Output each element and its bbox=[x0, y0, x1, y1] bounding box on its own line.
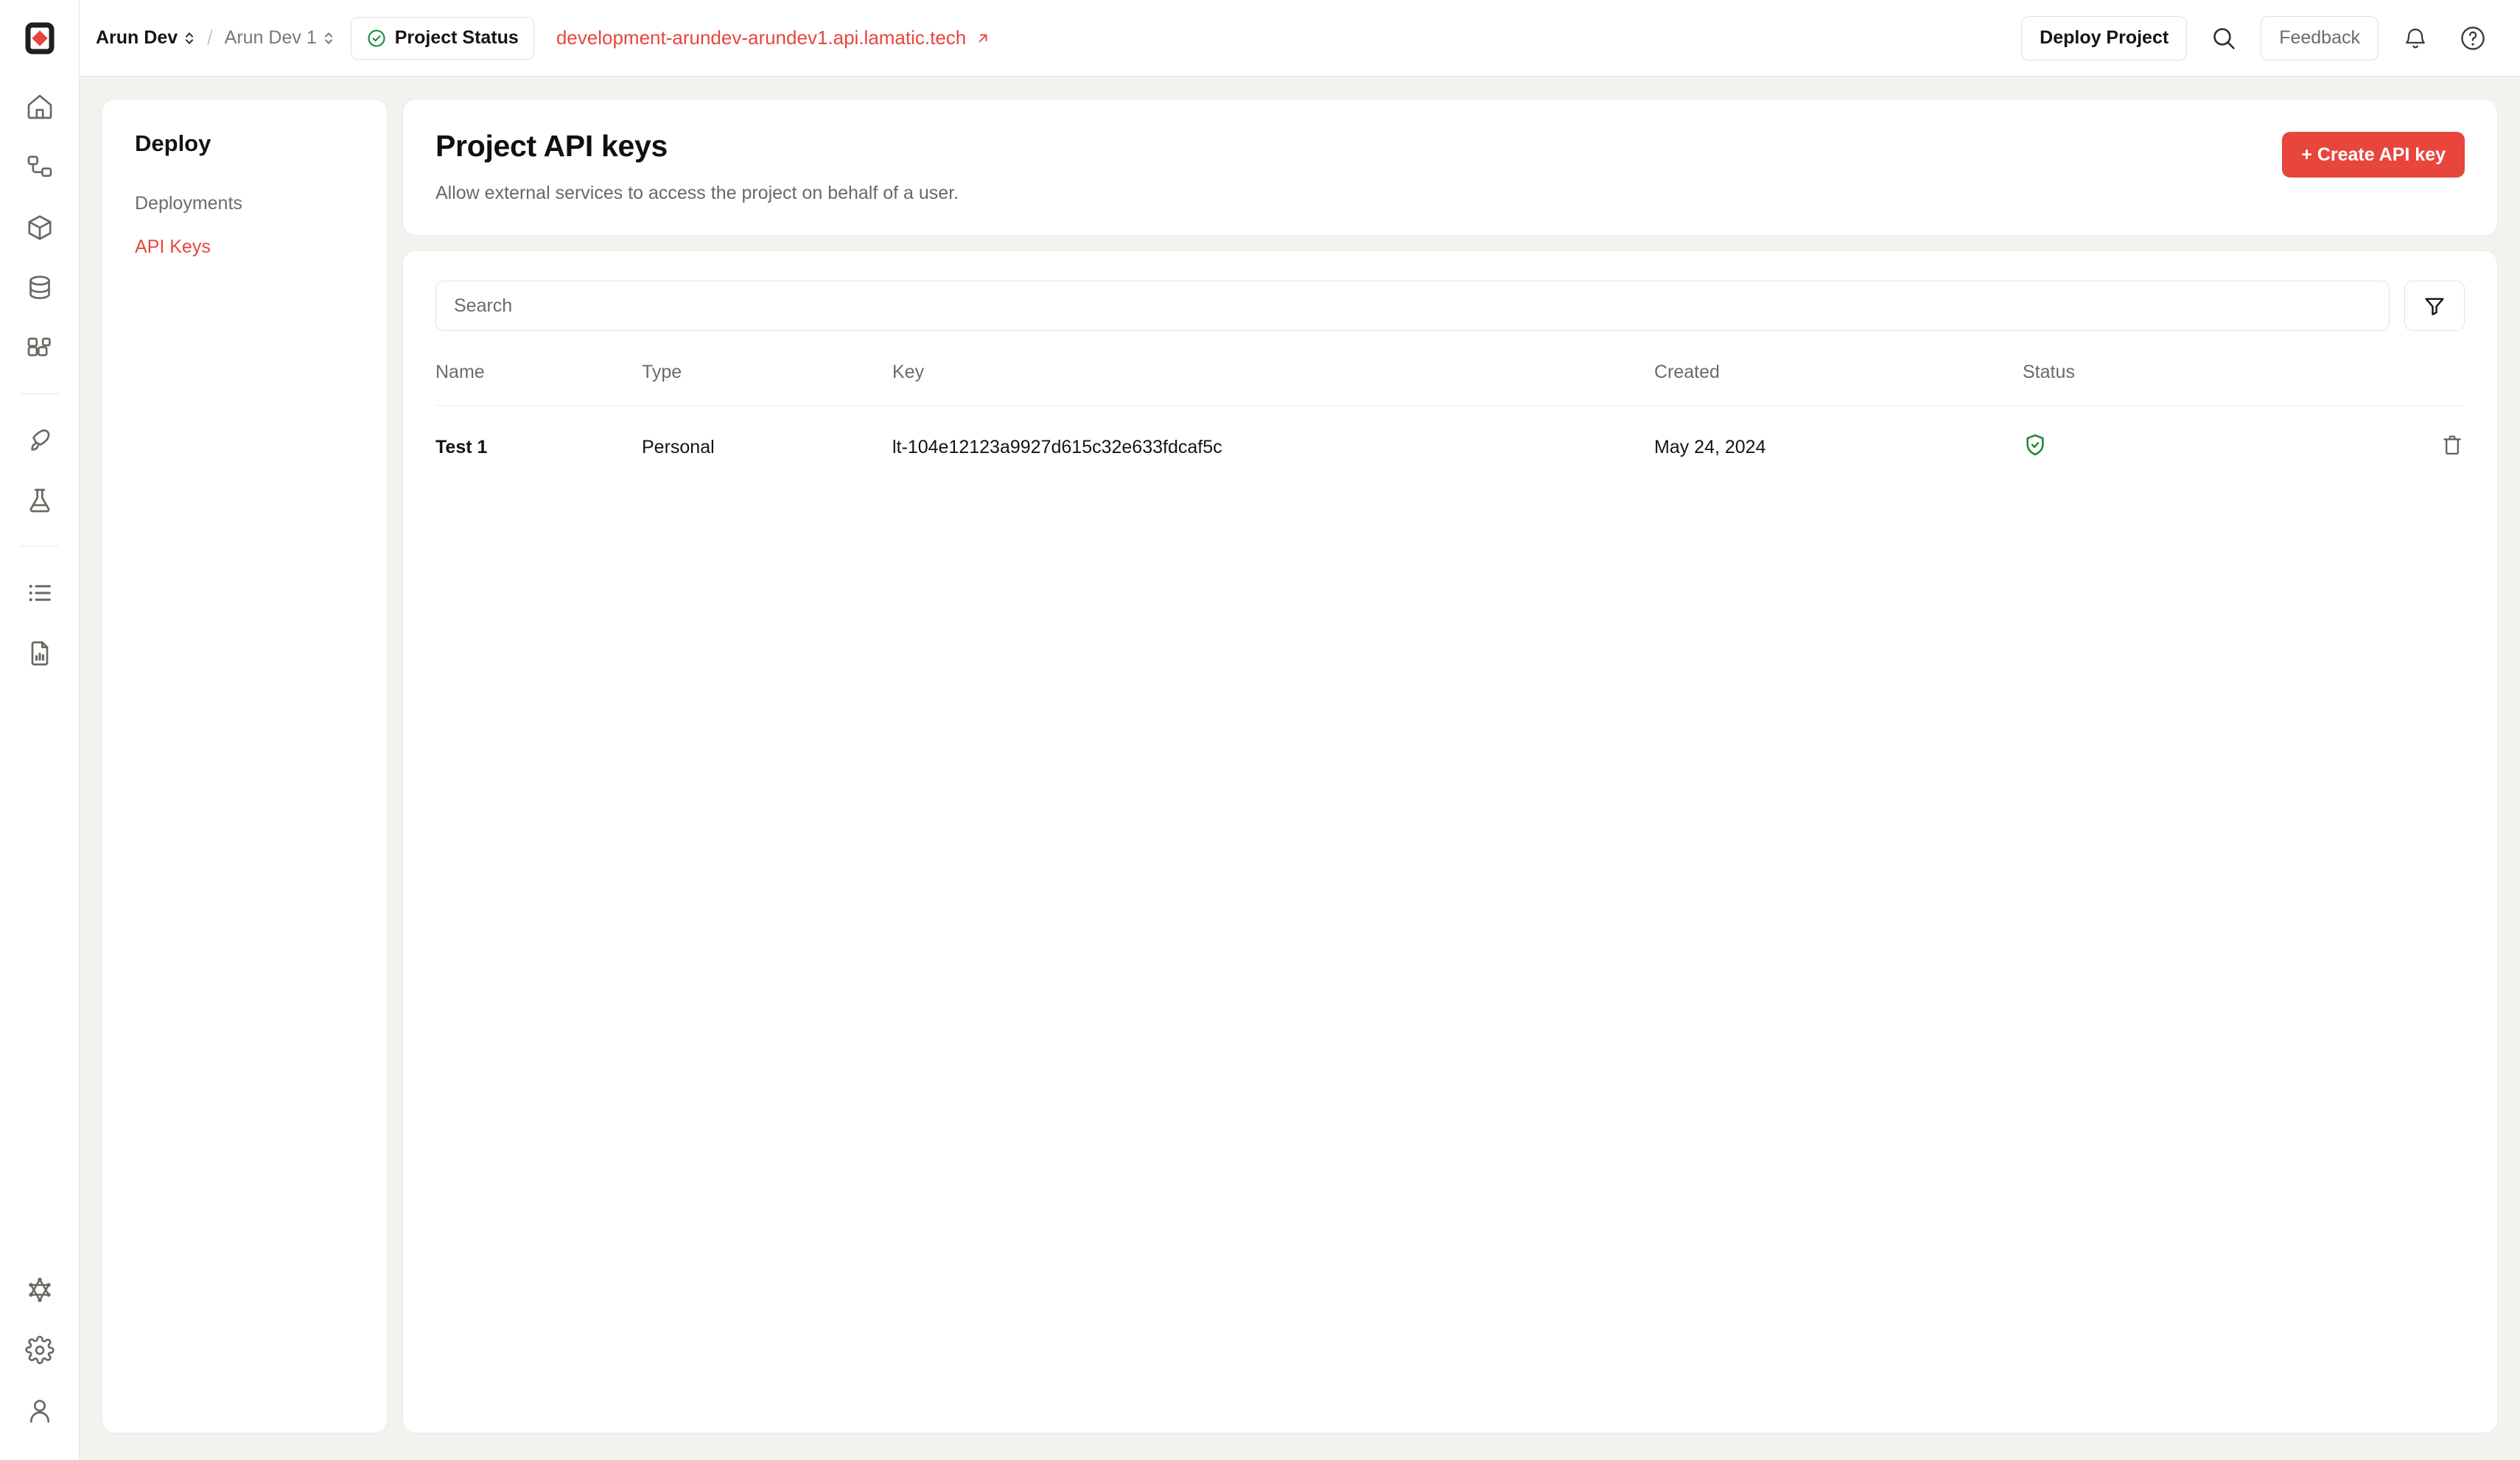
feedback-button[interactable]: Feedback bbox=[2261, 15, 2379, 60]
section-nav-title: Deploy bbox=[135, 130, 211, 156]
workflow-icon bbox=[27, 155, 52, 177]
sidebar-item-api-keys[interactable]: API Keys bbox=[102, 225, 387, 269]
project-status-button[interactable]: Project Status bbox=[350, 16, 534, 60]
notifications-button[interactable] bbox=[2395, 18, 2436, 59]
breadcrumb-org[interactable]: Arun Dev bbox=[96, 27, 195, 49]
api-keys-table-card: Name Type Key Created Status Test 1 bbox=[402, 250, 2498, 1433]
rail-bottom-group bbox=[0, 1260, 79, 1460]
api-keys-table: Name Type Key Created Status Test 1 Pers… bbox=[435, 362, 2465, 488]
project-domain-label: development-arundev-arundev1.api.lamatic… bbox=[556, 27, 967, 49]
column-header-type: Type bbox=[642, 362, 892, 406]
cell-type: Personal bbox=[642, 437, 715, 457]
sidebar-item-graphql[interactable] bbox=[0, 1260, 80, 1320]
funnel-icon bbox=[2425, 298, 2444, 315]
sidebar-item-logs[interactable] bbox=[0, 563, 80, 623]
chevron-up-down-icon bbox=[324, 32, 332, 44]
delete-api-key-button[interactable] bbox=[2440, 432, 2465, 457]
topbar-actions: Deploy Project Feedback bbox=[2021, 15, 2493, 60]
right-column: Arun Dev / Arun Dev 1 Project Status dev… bbox=[80, 0, 2520, 1460]
project-name: Arun Dev 1 bbox=[224, 27, 317, 48]
cell-name: Test 1 bbox=[435, 437, 488, 457]
cell-status bbox=[2023, 406, 2303, 488]
breadcrumb-separator: / bbox=[207, 27, 213, 49]
sidebar-item-settings[interactable] bbox=[0, 1320, 80, 1380]
flask-icon bbox=[29, 488, 49, 513]
deploy-project-button[interactable]: Deploy Project bbox=[2021, 15, 2188, 60]
app-root: Arun Dev / Arun Dev 1 Project Status dev… bbox=[0, 0, 2520, 1460]
table-body: Test 1 Personal lt-104e12123a9927d615c32… bbox=[435, 406, 2465, 488]
sidebar-item-apps[interactable] bbox=[0, 318, 80, 379]
section-nav: Deploy Deployments API Keys bbox=[102, 99, 388, 1433]
sidebar-item-experiments[interactable] bbox=[0, 471, 80, 531]
table-header-row: Name Type Key Created Status bbox=[435, 362, 2465, 406]
filter-button[interactable] bbox=[2404, 281, 2465, 331]
app-logo[interactable] bbox=[0, 0, 80, 77]
help-circle-icon bbox=[2461, 26, 2485, 50]
database-icon bbox=[29, 275, 50, 299]
sidebar-item-deployments[interactable]: Deployments bbox=[102, 182, 387, 225]
status-badge bbox=[2023, 432, 2048, 463]
sidebar-item-home[interactable] bbox=[0, 77, 80, 137]
sidebar-item-flows[interactable] bbox=[0, 137, 80, 197]
create-api-key-button[interactable]: + Create API key bbox=[2282, 132, 2465, 178]
external-link-icon bbox=[979, 34, 987, 42]
sidebar-item-models[interactable] bbox=[0, 197, 80, 258]
table-head: Name Type Key Created Status bbox=[435, 362, 2465, 406]
page-body: Deploy Deployments API Keys Project API … bbox=[80, 77, 2520, 1460]
page-header-text: Project API keys Allow external services… bbox=[435, 129, 2282, 204]
rail-primary-group bbox=[0, 77, 79, 684]
cell-created: May 24, 2024 bbox=[1654, 437, 1766, 457]
list-icon bbox=[29, 584, 51, 602]
table-row[interactable]: Test 1 Personal lt-104e12123a9927d615c32… bbox=[435, 406, 2465, 488]
project-status-label: Project Status bbox=[394, 27, 519, 48]
column-header-status: Status bbox=[2023, 362, 2303, 406]
rail-divider-2 bbox=[20, 546, 59, 547]
breadcrumb-project[interactable]: Arun Dev 1 bbox=[225, 27, 335, 49]
trash-icon bbox=[2443, 435, 2461, 455]
home-icon bbox=[27, 94, 52, 119]
search-wrapper bbox=[435, 281, 2390, 331]
project-domain-link[interactable]: development-arundev-arundev1.api.lamatic… bbox=[556, 27, 992, 49]
chevron-up-down-icon bbox=[186, 32, 194, 44]
check-circle-icon bbox=[368, 29, 385, 47]
sidebar-item-deploy[interactable] bbox=[0, 410, 80, 471]
search-input[interactable] bbox=[435, 281, 2390, 331]
icon-rail bbox=[0, 0, 80, 1460]
lamatic-diamond-logo-icon bbox=[25, 22, 54, 55]
cell-actions bbox=[2303, 406, 2465, 488]
page-title: Project API keys bbox=[435, 129, 668, 163]
column-header-name: Name bbox=[435, 362, 642, 406]
cell-key: lt-104e12123a9927d615c32e633fdcaf5c bbox=[892, 437, 1222, 457]
column-header-created: Created bbox=[1654, 362, 2023, 406]
help-button[interactable] bbox=[2452, 18, 2493, 59]
cube-icon bbox=[28, 215, 51, 240]
user-icon bbox=[29, 1400, 49, 1423]
org-name: Arun Dev bbox=[96, 27, 178, 48]
column-header-actions bbox=[2303, 362, 2465, 406]
topbar: Arun Dev / Arun Dev 1 Project Status dev… bbox=[80, 0, 2520, 77]
gear-icon bbox=[24, 1336, 55, 1364]
sidebar-item-reports[interactable] bbox=[0, 623, 80, 684]
rail-divider-1 bbox=[20, 393, 59, 394]
bell-icon bbox=[2406, 28, 2425, 48]
shield-check-icon bbox=[2026, 434, 2044, 456]
search-icon bbox=[2213, 27, 2235, 49]
file-chart-icon bbox=[31, 641, 48, 666]
rocket-icon bbox=[30, 429, 49, 451]
apps-grid-icon bbox=[27, 337, 51, 357]
column-header-key: Key bbox=[892, 362, 1654, 406]
main-content: Project API keys Allow external services… bbox=[402, 99, 2498, 1433]
sidebar-item-account[interactable] bbox=[0, 1380, 80, 1441]
graphql-icon bbox=[28, 1277, 51, 1302]
page-header-card: Project API keys Allow external services… bbox=[402, 99, 2498, 236]
page-subtitle: Allow external services to access the pr… bbox=[435, 183, 959, 203]
global-search-button[interactable] bbox=[2203, 18, 2244, 59]
table-toolbar bbox=[435, 281, 2465, 331]
sidebar-item-data[interactable] bbox=[0, 258, 80, 318]
